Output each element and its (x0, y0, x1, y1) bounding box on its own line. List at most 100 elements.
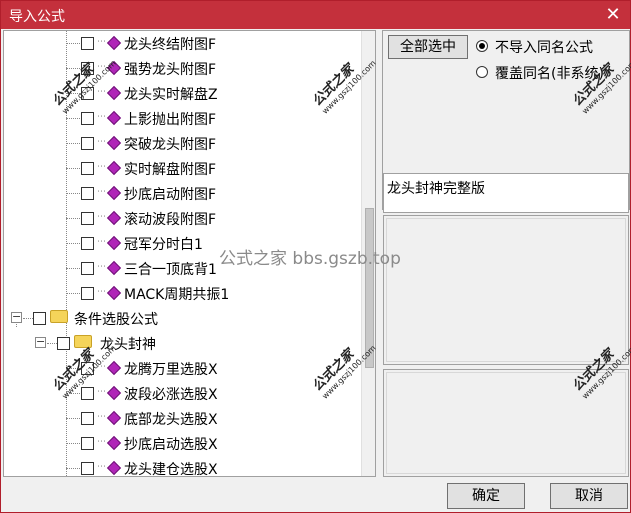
formula-gem-icon (106, 60, 122, 76)
item-marker: ⋯ (97, 62, 106, 72)
formula-gem-icon (106, 360, 122, 376)
formula-gem-icon (106, 235, 122, 251)
tree-connector (66, 293, 80, 294)
formula-gem-icon (106, 285, 122, 301)
tree-subcategory[interactable]: − 龙头封神 (4, 331, 360, 356)
scrollbar-thumb[interactable] (365, 208, 374, 368)
subcategory-checkbox[interactable] (57, 337, 70, 350)
formula-gem-icon (106, 385, 122, 401)
tree-item-label: 滚动波段附图F (124, 212, 217, 228)
close-icon[interactable]: ✕ (602, 4, 624, 26)
tree-connector (23, 318, 33, 319)
tree-item-checkbox[interactable] (81, 87, 94, 100)
tree-item-checkbox[interactable] (81, 237, 94, 250)
tree-connector (66, 168, 80, 169)
formula-gem-icon (106, 35, 122, 51)
formula-gem-icon (106, 260, 122, 276)
item-marker: ⋯ (97, 162, 106, 172)
tree-item-checkbox[interactable] (81, 62, 94, 75)
collapse-icon[interactable]: − (35, 336, 46, 348)
radio-no-import[interactable] (476, 40, 488, 52)
tree-connector (66, 468, 80, 469)
radio-overwrite[interactable] (476, 66, 488, 78)
import-formula-dialog: 导入公式 ✕ ⋯ 龙头终结附图F ⋯ 强势龙头附图F ⋯ 龙头实时解盘Z ⋯ 上影抛出附图F ⋯… (0, 0, 631, 513)
formula-gem-icon (106, 135, 122, 151)
tree-item[interactable]: ⋯ 突破龙头附图F (4, 131, 360, 156)
tree-item[interactable]: ⋯ 底部龙头选股X (4, 406, 360, 431)
formula-gem-icon (106, 185, 122, 201)
description-box[interactable]: 龙头封神完整版 (383, 173, 629, 213)
collapse-icon[interactable]: − (11, 311, 22, 323)
tree-connector (66, 418, 80, 419)
tree-item[interactable]: ⋯ 冠军分时白1 (4, 231, 360, 256)
formula-tree[interactable]: ⋯ 龙头终结附图F ⋯ 强势龙头附图F ⋯ 龙头实时解盘Z ⋯ 上影抛出附图F ⋯ 突破龙头附图F… (3, 30, 376, 477)
radio-overwrite-label[interactable]: 覆盖同名(非系统) (495, 63, 604, 83)
tree-item-checkbox[interactable] (81, 412, 94, 425)
tree-item-label: 冠军分时白1 (124, 237, 203, 253)
tree-item-label: 底部龙头选股X (124, 412, 218, 428)
tree-item-checkbox[interactable] (81, 287, 94, 300)
tree-item-checkbox[interactable] (81, 37, 94, 50)
tree-item[interactable]: ⋯ 三合一顶底背1 (4, 256, 360, 281)
radio-no-import-label[interactable]: 不导入同名公式 (495, 37, 593, 57)
tree-item-checkbox[interactable] (81, 137, 94, 150)
tree-item-label: 波段必涨选股X (124, 387, 218, 403)
select-all-button[interactable]: 全部选中 (388, 35, 468, 59)
tree-item-checkbox[interactable] (81, 362, 94, 375)
tree-connector (66, 143, 80, 144)
formula-gem-icon (106, 210, 122, 226)
tree-connector (66, 443, 80, 444)
item-marker: ⋯ (97, 237, 106, 247)
tree-item[interactable]: ⋯ 实时解盘附图F (4, 156, 360, 181)
folder-icon (74, 335, 92, 348)
formula-gem-icon (106, 85, 122, 101)
tree-item[interactable]: ⋯ 上影抛出附图F (4, 106, 360, 131)
tree-item-label: 上影抛出附图F (124, 112, 217, 128)
tree-item-checkbox[interactable] (81, 387, 94, 400)
item-marker: ⋯ (97, 462, 106, 472)
info-panel-inner (386, 372, 626, 474)
formula-gem-icon (106, 460, 122, 476)
item-marker: ⋯ (97, 212, 106, 222)
tree-item-checkbox[interactable] (81, 162, 94, 175)
ok-button[interactable]: 确定 (447, 483, 525, 509)
formula-gem-icon (106, 110, 122, 126)
formula-gem-icon (106, 410, 122, 426)
tree-connector (66, 93, 80, 94)
cancel-button[interactable]: 取消 (550, 483, 628, 509)
tree-item[interactable]: ⋯ 龙腾万里选股X (4, 356, 360, 381)
item-marker: ⋯ (97, 387, 106, 397)
tree-connector (66, 268, 80, 269)
tree-item[interactable]: ⋯ MACK周期共振1 (4, 281, 360, 306)
tree-item-checkbox[interactable] (81, 187, 94, 200)
description-text: 龙头封神完整版 (387, 181, 485, 197)
item-marker: ⋯ (97, 37, 106, 47)
tree-item[interactable]: ⋯ 滚动波段附图F (4, 206, 360, 231)
tree-item-label: 抄底启动选股X (124, 437, 218, 453)
tree-item[interactable]: ⋯ 抄底启动附图F (4, 181, 360, 206)
folder-icon (50, 310, 68, 323)
tree-item[interactable]: ⋯ 强势龙头附图F (4, 56, 360, 81)
tree-item-checkbox[interactable] (81, 437, 94, 450)
tree-item[interactable]: ⋯ 波段必涨选股X (4, 381, 360, 406)
tree-item-label: 龙腾万里选股X (124, 362, 218, 378)
item-marker: ⋯ (97, 437, 106, 447)
item-marker: ⋯ (97, 87, 106, 97)
tree-connector (66, 243, 80, 244)
tree-item-checkbox[interactable] (81, 462, 94, 475)
tree-item[interactable]: ⋯ 抄底启动选股X (4, 431, 360, 456)
tree-item[interactable]: ⋯ 龙头建仓选股X (4, 456, 360, 477)
tree-item[interactable]: ⋯ 龙头终结附图F (4, 31, 360, 56)
tree-item-checkbox[interactable] (81, 212, 94, 225)
category-checkbox[interactable] (33, 312, 46, 325)
category-label: 条件选股公式 (74, 312, 158, 328)
item-marker: ⋯ (97, 287, 106, 297)
tree-item-checkbox[interactable] (81, 262, 94, 275)
tree-scrollbar[interactable] (361, 31, 375, 476)
tree-item[interactable]: ⋯ 龙头实时解盘Z (4, 81, 360, 106)
tree-item-label: 龙头建仓选股X (124, 462, 218, 477)
tree-item-checkbox[interactable] (81, 112, 94, 125)
tree-connector (66, 43, 80, 44)
item-marker: ⋯ (97, 137, 106, 147)
tree-category[interactable]: − 条件选股公式 (4, 306, 360, 331)
